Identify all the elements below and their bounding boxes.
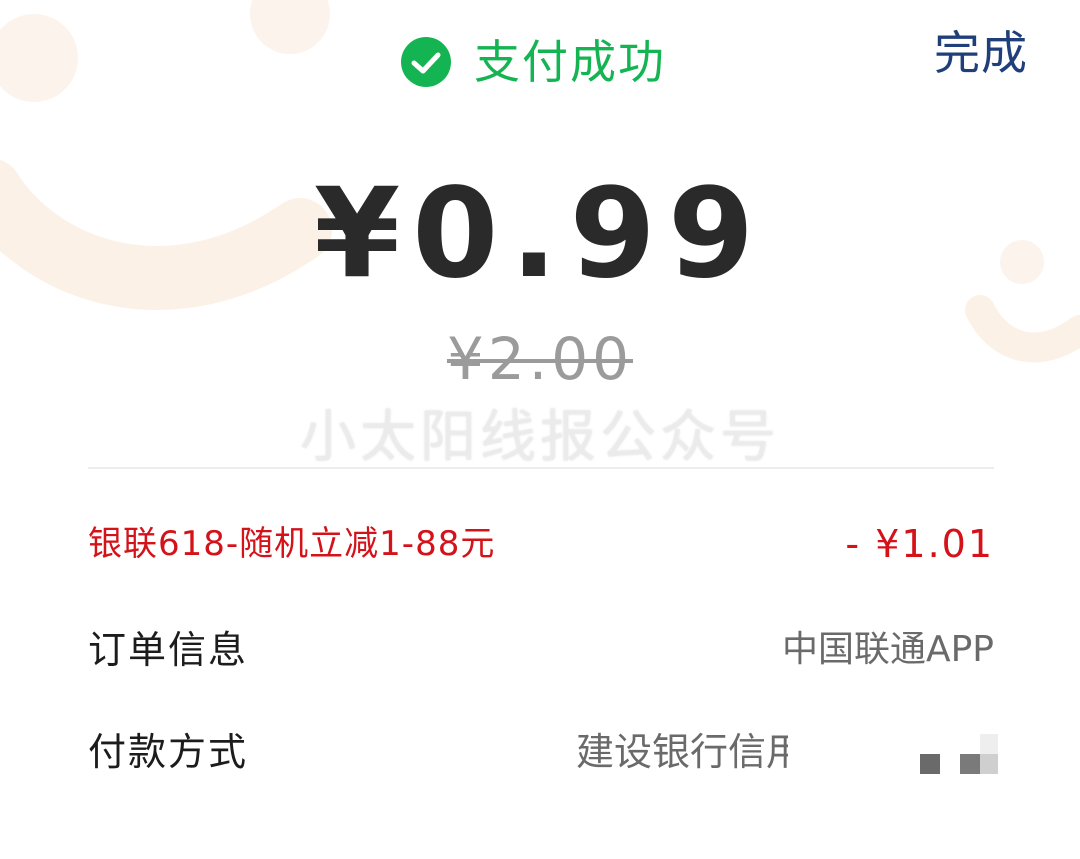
watermark: 小太阳线报公众号 (300, 405, 780, 470)
status-title: 支付成功 (474, 35, 666, 89)
done-button[interactable]: 完成 (934, 30, 1028, 76)
order-info-row[interactable]: 订单信息 中国联通APP (88, 620, 994, 680)
divider (88, 467, 994, 469)
order-info-label: 订单信息 (88, 628, 249, 672)
discount-row: 银联618-随机立减1-88元 - ¥1.01 (88, 514, 994, 574)
check-circle-icon (401, 37, 451, 87)
discount-label: 银联618-随机立减1-88元 (88, 524, 496, 564)
original-amount-text: ¥2.00 (446, 325, 634, 393)
discount-value: - ¥1.01 (845, 522, 994, 566)
payment-method-row[interactable]: 付款方式 建设银行信用 (88, 722, 1010, 792)
mosaic-redaction (920, 734, 998, 774)
original-amount: ¥2.00 (0, 330, 1080, 388)
payment-method-label: 付款方式 (88, 730, 249, 774)
order-info-value: 中国联通APP (781, 629, 994, 670)
paid-amount: ¥0.99 (313, 162, 767, 306)
payment-method-value: 建设银行信用 (576, 730, 805, 774)
payment-status: 支付成功 (400, 32, 666, 92)
